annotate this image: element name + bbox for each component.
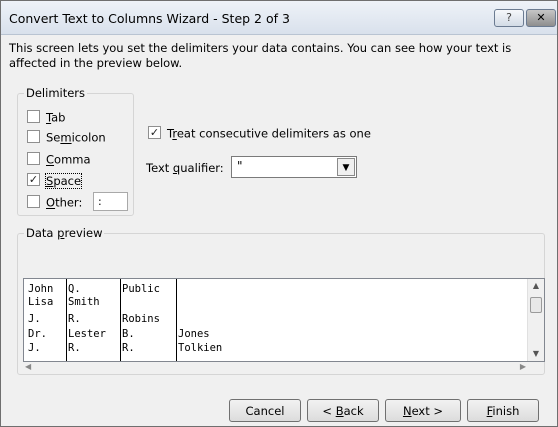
- title-bar[interactable]: Convert Text to Columns Wizard - Step 2 …: [1, 1, 557, 35]
- chevron-down-icon[interactable]: ▼: [337, 158, 355, 176]
- preview-cell: Q.: [68, 283, 81, 295]
- scroll-thumb[interactable]: [530, 297, 542, 313]
- delimiters-group-label: Delimiters: [24, 86, 88, 100]
- preview-cell: Robins: [122, 313, 160, 325]
- column-break-line[interactable]: [66, 279, 67, 361]
- consecutive-checkbox-box[interactable]: ✓: [148, 126, 161, 139]
- access-key: S: [46, 173, 54, 188]
- access-key: q: [172, 161, 181, 175]
- access-key: T: [46, 110, 52, 125]
- scroll-down-icon[interactable]: ▼: [528, 347, 544, 361]
- access-key: F: [486, 404, 493, 418]
- data-preview-box[interactable]: John Q. Public Lisa Smith J. R. Robins Dr. Lester…: [23, 278, 545, 362]
- tab-checkbox-box[interactable]: [27, 110, 40, 123]
- access-key: r: [172, 126, 177, 141]
- preview-cell: J.: [28, 342, 41, 354]
- vertical-scrollbar[interactable]: ▲ ▼: [527, 279, 544, 361]
- preview-cell: John: [28, 283, 54, 295]
- other-checkbox-box[interactable]: [27, 195, 40, 208]
- tab-checkbox-label: Tab: [46, 110, 66, 125]
- preview-cell: J.: [28, 313, 41, 325]
- finish-button[interactable]: Finish: [467, 399, 539, 422]
- text-qualifier-select[interactable]: " ▼: [231, 156, 357, 178]
- column-break-line[interactable]: [120, 279, 121, 361]
- data-preview-group-label: Data preview: [24, 226, 105, 240]
- convert-text-dialog: Convert Text to Columns Wizard - Step 2 …: [0, 0, 558, 427]
- access-key: B: [335, 404, 344, 418]
- access-key: m: [60, 130, 72, 145]
- preview-cell: Smith: [68, 296, 100, 308]
- space-checkbox-label: Space: [44, 172, 83, 189]
- column-break-line[interactable]: [176, 279, 177, 361]
- tab-checkbox[interactable]: Tab: [27, 110, 65, 126]
- preview-cell: Public: [122, 283, 160, 295]
- access-key: C: [46, 152, 55, 167]
- access-key: N: [402, 404, 412, 418]
- consecutive-checkbox-label: Treat consecutive delimiters as one: [167, 126, 371, 141]
- consecutive-delimiters-checkbox[interactable]: ✓ Treat consecutive delimiters as one: [148, 126, 371, 142]
- comma-checkbox-label: Comma: [46, 152, 91, 167]
- other-delimiter-input[interactable]: [93, 192, 128, 211]
- cancel-button[interactable]: Cancel: [229, 399, 301, 422]
- semicolon-checkbox-label: Semicolon: [46, 130, 106, 145]
- preview-cell: R.: [68, 342, 81, 354]
- text-qualifier-label: Text qualifier:: [146, 161, 224, 175]
- semicolon-checkbox-box[interactable]: [27, 130, 40, 143]
- scroll-up-icon[interactable]: ▲: [528, 279, 544, 293]
- semicolon-checkbox[interactable]: Semicolon: [27, 130, 106, 146]
- help-button[interactable]: ?: [494, 9, 524, 27]
- preview-cell: Dr.: [28, 328, 47, 340]
- space-checkbox[interactable]: ✓ Space: [27, 172, 83, 189]
- data-preview-content: John Q. Public Lisa Smith J. R. Robins Dr. Lester…: [24, 279, 528, 361]
- description-text: This screen lets you set the delimiters …: [9, 41, 512, 70]
- preview-cell: Lester: [68, 328, 106, 340]
- horizontal-scrollbar[interactable]: ◀ ▶: [23, 362, 528, 374]
- text-qualifier-value: ": [237, 159, 243, 173]
- other-checkbox[interactable]: Other:: [27, 195, 82, 211]
- preview-cell: B.: [122, 328, 135, 340]
- preview-cell: R.: [122, 342, 135, 354]
- scroll-right-icon[interactable]: ▶: [520, 362, 526, 371]
- other-checkbox-label: Other:: [46, 195, 83, 210]
- close-button[interactable]: ✕: [526, 9, 556, 27]
- preview-cell: Tolkien: [178, 342, 223, 354]
- access-key: p: [57, 226, 65, 240]
- preview-cell: Lisa: [28, 296, 54, 308]
- comma-checkbox[interactable]: Comma: [27, 152, 91, 168]
- window-title: Convert Text to Columns Wizard - Step 2 …: [9, 11, 290, 26]
- scroll-left-icon[interactable]: ◀: [25, 362, 31, 371]
- preview-cell: Jones: [178, 328, 210, 340]
- space-checkbox-box[interactable]: ✓: [27, 173, 40, 186]
- access-key: O: [46, 195, 56, 210]
- next-button[interactable]: Next >: [385, 399, 461, 422]
- comma-checkbox-box[interactable]: [27, 152, 40, 165]
- back-button[interactable]: < Back: [307, 399, 379, 422]
- preview-cell: R.: [68, 313, 81, 325]
